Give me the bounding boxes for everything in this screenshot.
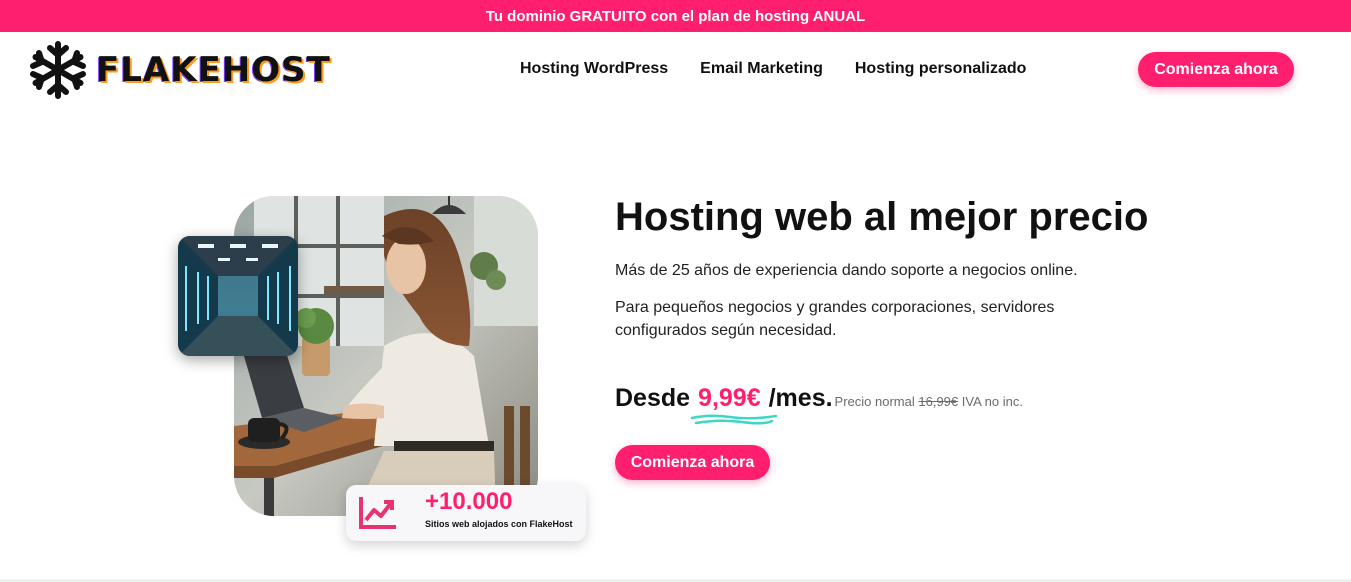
stats-label: Sitios web alojados con FlakeHost <box>425 519 573 529</box>
snowflake-icon <box>30 41 86 99</box>
hero-title: Hosting web al mejor precio <box>615 195 1149 239</box>
price-note: Precio normal 16,99€ IVA no inc. <box>835 394 1023 409</box>
price-prefix: Desde <box>615 384 691 412</box>
server-room-photo <box>178 236 298 356</box>
price-suffix: /mes. <box>768 384 833 412</box>
header-cta-button[interactable]: Comienza ahora <box>1138 52 1294 87</box>
site-header: FLAKEHOST Hosting WordPress Email Market… <box>0 32 1351 112</box>
promo-text: Tu dominio GRATUITO con el plan de hosti… <box>485 7 866 25</box>
nav-item-hosting-personalizado[interactable]: Hosting personalizado <box>855 60 1027 78</box>
main-nav: Hosting WordPress Email Marketing Hostin… <box>520 32 1026 106</box>
logo-text: FLAKEHOST <box>96 50 331 90</box>
hero-paragraph-audience: Para pequeños negocios y grandes corpora… <box>615 299 1055 339</box>
logo-link[interactable]: FLAKEHOST <box>28 39 408 101</box>
price-line: Desde 9,99€ /mes. Precio normal 16,99€ I… <box>615 384 1023 425</box>
price-amount: 9,99€ <box>698 384 761 412</box>
trending-up-icon <box>359 497 396 529</box>
nav-item-hosting-wordpress[interactable]: Hosting WordPress <box>520 60 668 78</box>
nav-item-email-marketing[interactable]: Email Marketing <box>700 60 823 78</box>
hero-paragraph-experience: Más de 25 años de experiencia dando sopo… <box>615 262 1078 279</box>
stats-card: +10.000 Sitios web alojados con FlakeHos… <box>346 485 586 541</box>
price-value: 9,99€ <box>690 384 778 425</box>
promo-banner: Tu dominio GRATUITO con el plan de hosti… <box>0 0 1351 32</box>
price-note-prefix: Precio normal <box>834 394 915 409</box>
price-note-suffix: IVA no inc. <box>961 394 1023 409</box>
price-old: 16,99€ <box>918 394 959 409</box>
stats-number: +10.000 <box>425 488 513 515</box>
squiggle-underline-icon <box>690 414 778 425</box>
hero-cta-button[interactable]: Comienza ahora <box>615 445 770 480</box>
